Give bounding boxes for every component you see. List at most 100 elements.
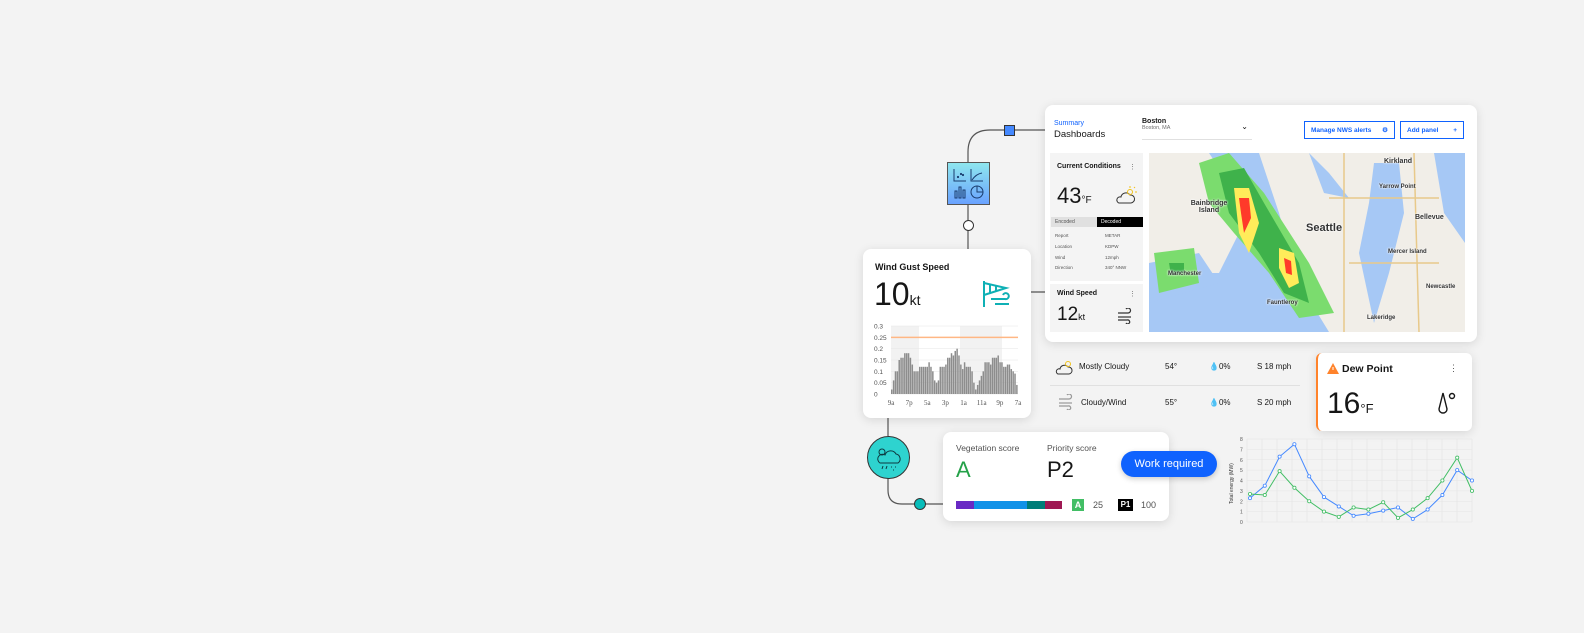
bar [982, 371, 985, 394]
bar [975, 389, 977, 394]
bar [911, 364, 914, 394]
partly-cloudy-icon [1055, 361, 1073, 375]
score-segment [1027, 501, 1046, 509]
score-segment [1045, 501, 1062, 509]
data-point [1262, 493, 1267, 498]
bar [965, 366, 968, 394]
current-temp: 43°F [1057, 183, 1092, 208]
location-dropdown[interactable]: Boston Boston, MA ⌄ [1142, 118, 1252, 140]
wind-speed-tile: Wind Speed ⋮ 12kt [1050, 284, 1143, 332]
priority-score: P2 [1047, 457, 1074, 482]
page-title: Dashboards [1054, 129, 1106, 140]
y-tick-label: 3 [1240, 489, 1243, 495]
data-point [1307, 474, 1312, 479]
wind: S 20 mph [1257, 398, 1292, 407]
dew-point-card: Dew Point ⋮ 16°F [1316, 353, 1472, 431]
detail-row: Direction 340° NNW [1055, 265, 1127, 270]
windsock-icon [983, 281, 1010, 307]
y-tick-label: 0.3 [874, 324, 883, 331]
detail-row: Wind 12mph [1055, 255, 1119, 260]
data-point [1381, 500, 1386, 505]
legend-p-badge: P1 [1118, 499, 1133, 511]
bar [932, 371, 934, 394]
wind-speed-value: 12kt [1057, 304, 1086, 325]
y-tick-label: 7 [1240, 447, 1243, 453]
bar [954, 350, 956, 394]
bar [973, 382, 975, 394]
add-panel-label: Add panel [1407, 126, 1439, 134]
manage-nws-alerts-button[interactable]: Manage NWS alerts ⚙ [1304, 121, 1395, 139]
data-point [1410, 507, 1415, 512]
dashboard-panel: Summary Dashboards Boston Boston, MA ⌄ M… [1045, 105, 1477, 342]
y-tick-label: 0.15 [874, 358, 887, 365]
wind-icon [1118, 308, 1132, 324]
bar [1004, 366, 1007, 394]
bar [950, 353, 953, 394]
data-point [1395, 505, 1400, 510]
breadcrumb[interactable]: Summary [1054, 120, 1084, 127]
bar [913, 371, 915, 394]
data-point [1410, 516, 1415, 521]
bar [993, 357, 996, 394]
data-point [1336, 514, 1341, 519]
data-point [1292, 485, 1297, 490]
bar [907, 353, 910, 394]
x-tick-label: 9p [996, 399, 1004, 407]
bar [891, 389, 893, 394]
legend-p-value: 100 [1141, 500, 1157, 510]
data-point [1469, 478, 1474, 483]
overflow-menu-icon[interactable]: ⋮ [1129, 163, 1136, 171]
bar [924, 366, 927, 394]
legend-a-value: 25 [1093, 500, 1104, 510]
data-point [1336, 504, 1341, 509]
data-point [1425, 496, 1430, 501]
encoding-tabs: Encoded Decoded [1051, 217, 1143, 227]
data-point [1247, 491, 1252, 496]
bar [898, 360, 900, 394]
stage: Summary Dashboards Boston Boston, MA ⌄ M… [0, 0, 1584, 633]
data-point [1440, 478, 1445, 483]
bar [1006, 364, 1009, 394]
data-point [1277, 454, 1282, 459]
forecast-row: Cloudy/Wind 55° 💧0% S 20 mph [1050, 388, 1300, 420]
bar [989, 364, 992, 394]
bar [915, 371, 917, 394]
plus-icon: + [1453, 126, 1457, 134]
add-panel-button[interactable]: Add panel + [1400, 121, 1464, 139]
map-label: Mercer Island [1388, 249, 1427, 255]
y-tick-label: 0.05 [874, 380, 887, 387]
bar [905, 353, 908, 394]
data-point [1366, 511, 1371, 516]
tab-decoded[interactable]: Decoded [1097, 217, 1143, 227]
map-label: Yarrow Point [1379, 184, 1416, 190]
overflow-menu-icon[interactable]: ⋮ [1129, 290, 1136, 298]
bar [958, 355, 960, 394]
map-label: Bellevue [1415, 214, 1444, 221]
connector-node-circle [963, 220, 974, 231]
bar [926, 366, 928, 394]
wind-gust-chart: 0 0.05 0.1 0.15 0.2 0.25 0.3 9a 7p 5a 3p 1a 11a 9p 7a [874, 324, 1023, 408]
overflow-menu-icon[interactable]: ⋮ [1449, 363, 1458, 374]
bar [1001, 362, 1003, 394]
data-point [1247, 496, 1252, 501]
data-point [1322, 495, 1327, 500]
data-point [1381, 508, 1386, 513]
bar [1008, 364, 1011, 394]
card-title: Wind Gust Speed [875, 262, 950, 272]
bar [961, 369, 964, 394]
bar [943, 366, 945, 394]
dew-drop-icon [1438, 392, 1456, 414]
bar [991, 357, 994, 394]
radar-map[interactable]: Kirkland Yarrow Point Bainbridge Island … [1149, 153, 1465, 332]
bar [902, 357, 904, 394]
bar [920, 366, 923, 394]
bar [900, 357, 902, 394]
detail-row: Location KDPW [1055, 244, 1119, 249]
x-tick-label: 7a [1015, 399, 1023, 407]
location-sub: Boston, MA [1142, 125, 1171, 131]
work-required-button[interactable]: Work required [1121, 451, 1217, 477]
bar [933, 380, 936, 394]
tab-encoded[interactable]: Encoded [1051, 217, 1097, 227]
data-point [1425, 507, 1430, 512]
bar [960, 364, 962, 394]
